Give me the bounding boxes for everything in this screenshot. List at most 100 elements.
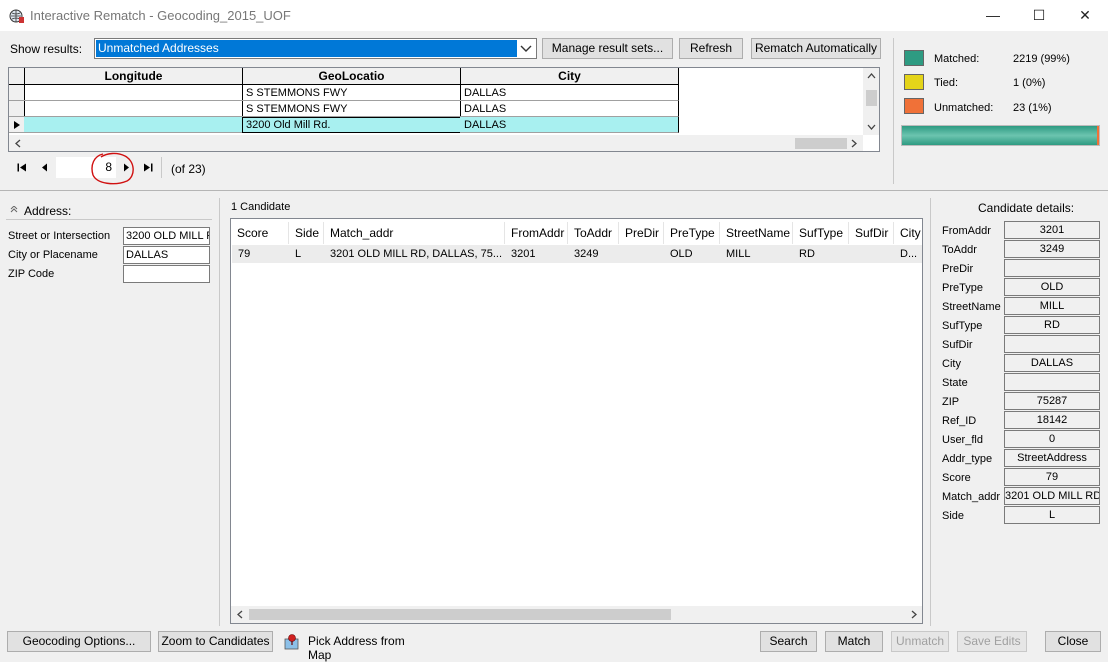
scroll-left-icon[interactable] [237, 610, 243, 619]
detail-value[interactable]: 3201 OLD MILL RD, [1004, 487, 1100, 505]
close-button[interactable]: Close [1045, 631, 1101, 652]
zoom-to-candidates-button[interactable]: Zoom to Candidates [158, 631, 273, 652]
column-header-side[interactable]: Side [289, 222, 324, 244]
column-header-streetname[interactable]: StreetName [720, 222, 793, 244]
detail-label: Match_addr [942, 491, 1001, 503]
show-results-select[interactable]: Unmatched Addresses [94, 38, 537, 59]
grid-cell-longitude[interactable] [24, 117, 243, 133]
column-header-sufdir[interactable]: SufDir [849, 222, 894, 244]
address-divider [6, 219, 212, 220]
candidate-row[interactable]: 79 L 3201 OLD MILL RD, DALLAS, 75... 320… [232, 245, 922, 263]
rematch-automatically-button[interactable]: Rematch Automatically [751, 38, 881, 59]
candidates-list[interactable]: Score Side Match_addr FromAddr ToAddr Pr… [230, 218, 923, 624]
detail-value[interactable] [1004, 335, 1100, 353]
previous-page-icon[interactable] [41, 163, 48, 172]
scroll-thumb[interactable] [866, 90, 877, 106]
column-header-pretype[interactable]: PreType [664, 222, 720, 244]
unmatch-button[interactable]: Unmatch [891, 631, 949, 652]
column-header-geolocation[interactable]: GeoLocatio [242, 68, 461, 85]
candidate-cell-city[interactable]: D... [894, 246, 922, 262]
detail-value[interactable]: 18142 [1004, 411, 1100, 429]
refresh-button[interactable]: Refresh [679, 38, 743, 59]
detail-value[interactable]: OLD [1004, 278, 1100, 296]
detail-value[interactable]: 3201 [1004, 221, 1100, 239]
detail-value[interactable]: 75287 [1004, 392, 1100, 410]
grid-cell-geolocation[interactable]: 3200 Old Mill Rd. [242, 117, 461, 133]
first-page-icon[interactable] [17, 163, 27, 172]
column-header-score[interactable]: Score [231, 222, 289, 244]
candidates-horizontal-scrollbar[interactable] [231, 606, 922, 623]
minimize-button[interactable]: — [970, 0, 1016, 31]
last-page-icon[interactable] [143, 163, 153, 172]
pick-address-label: Pick Address from Map [308, 634, 405, 662]
scroll-up-icon[interactable] [867, 73, 876, 79]
scroll-down-icon[interactable] [867, 124, 876, 130]
save-edits-button[interactable]: Save Edits [957, 631, 1027, 652]
scroll-right-icon[interactable] [851, 139, 857, 148]
column-header-toaddr[interactable]: ToAddr [568, 222, 619, 244]
detail-value[interactable]: RD [1004, 316, 1100, 334]
column-header-suftype[interactable]: SufType [793, 222, 849, 244]
street-input[interactable]: 3200 OLD MILL R [123, 227, 210, 245]
grid-vertical-scrollbar[interactable] [863, 68, 879, 135]
address-section-title: Address: [24, 204, 72, 218]
candidate-cell-streetname[interactable]: MILL [720, 246, 793, 262]
collapse-up-icon[interactable] [10, 206, 18, 213]
scroll-thumb[interactable] [795, 138, 847, 149]
maximize-button[interactable]: ☐ [1016, 0, 1062, 31]
candidate-cell-match-addr[interactable]: 3201 OLD MILL RD, DALLAS, 75... [324, 246, 505, 262]
grid-cell-city[interactable]: DALLAS [460, 117, 679, 133]
row-header-selected[interactable] [9, 117, 25, 133]
match-button[interactable]: Match [825, 631, 883, 652]
right-splitter[interactable] [930, 198, 931, 626]
row-header[interactable] [9, 85, 25, 101]
search-button[interactable]: Search [760, 631, 817, 652]
current-row-arrow-icon [14, 121, 20, 129]
detail-value[interactable]: MILL [1004, 297, 1100, 315]
candidate-cell-sufdir[interactable] [849, 246, 894, 262]
panel-splitter[interactable] [0, 190, 1108, 191]
grid-cell-geolocation[interactable]: S STEMMONS FWY [242, 85, 461, 101]
manage-result-sets-button[interactable]: Manage result sets... [542, 38, 673, 59]
candidate-cell-score[interactable]: 79 [232, 246, 290, 262]
scroll-left-icon[interactable] [15, 139, 21, 148]
detail-value[interactable]: DALLAS [1004, 354, 1100, 372]
detail-value[interactable]: 79 [1004, 468, 1100, 486]
candidate-cell-predir[interactable] [619, 246, 664, 262]
close-window-button[interactable]: ✕ [1062, 0, 1108, 31]
detail-value[interactable]: StreetAddress [1004, 449, 1100, 467]
scroll-thumb[interactable] [249, 609, 671, 620]
grid-cell-city[interactable]: DALLAS [460, 85, 679, 101]
column-header-longitude[interactable]: Longitude [24, 68, 243, 85]
grid-cell-longitude[interactable] [24, 101, 243, 117]
candidate-cell-toaddr[interactable]: 3249 [568, 246, 619, 262]
grid-cell-geolocation[interactable]: S STEMMONS FWY [242, 101, 461, 117]
detail-value[interactable]: L [1004, 506, 1100, 524]
detail-value[interactable]: 3249 [1004, 240, 1100, 258]
left-splitter[interactable] [219, 198, 220, 626]
column-header-city[interactable]: City [460, 68, 679, 85]
geocoding-options-button[interactable]: Geocoding Options... [7, 631, 151, 652]
row-header[interactable] [9, 101, 25, 117]
grid-horizontal-scrollbar[interactable] [9, 135, 863, 151]
city-input[interactable]: DALLAS [123, 246, 210, 264]
column-header-city[interactable]: City [894, 222, 923, 244]
show-results-value: Unmatched Addresses [96, 40, 517, 57]
detail-value[interactable] [1004, 259, 1100, 277]
pick-address-from-map-button[interactable]: Pick Address from Map [281, 631, 426, 662]
zip-input[interactable] [123, 265, 210, 283]
candidate-cell-side[interactable]: L [289, 246, 324, 262]
candidate-cell-pretype[interactable]: OLD [664, 246, 720, 262]
scroll-right-icon[interactable] [911, 610, 917, 619]
results-grid[interactable]: Longitude GeoLocatio City S STEMMONS FWY… [8, 67, 880, 152]
column-header-match-addr[interactable]: Match_addr [324, 222, 505, 244]
unmatched-progress-fill [1097, 126, 1099, 145]
candidate-cell-suftype[interactable]: RD [793, 246, 849, 262]
column-header-fromaddr[interactable]: FromAddr [505, 222, 568, 244]
detail-value[interactable] [1004, 373, 1100, 391]
detail-value[interactable]: 0 [1004, 430, 1100, 448]
candidate-cell-fromaddr[interactable]: 3201 [505, 246, 568, 262]
grid-cell-longitude[interactable] [24, 85, 243, 101]
column-header-predir[interactable]: PreDir [619, 222, 664, 244]
grid-cell-city[interactable]: DALLAS [460, 101, 679, 117]
